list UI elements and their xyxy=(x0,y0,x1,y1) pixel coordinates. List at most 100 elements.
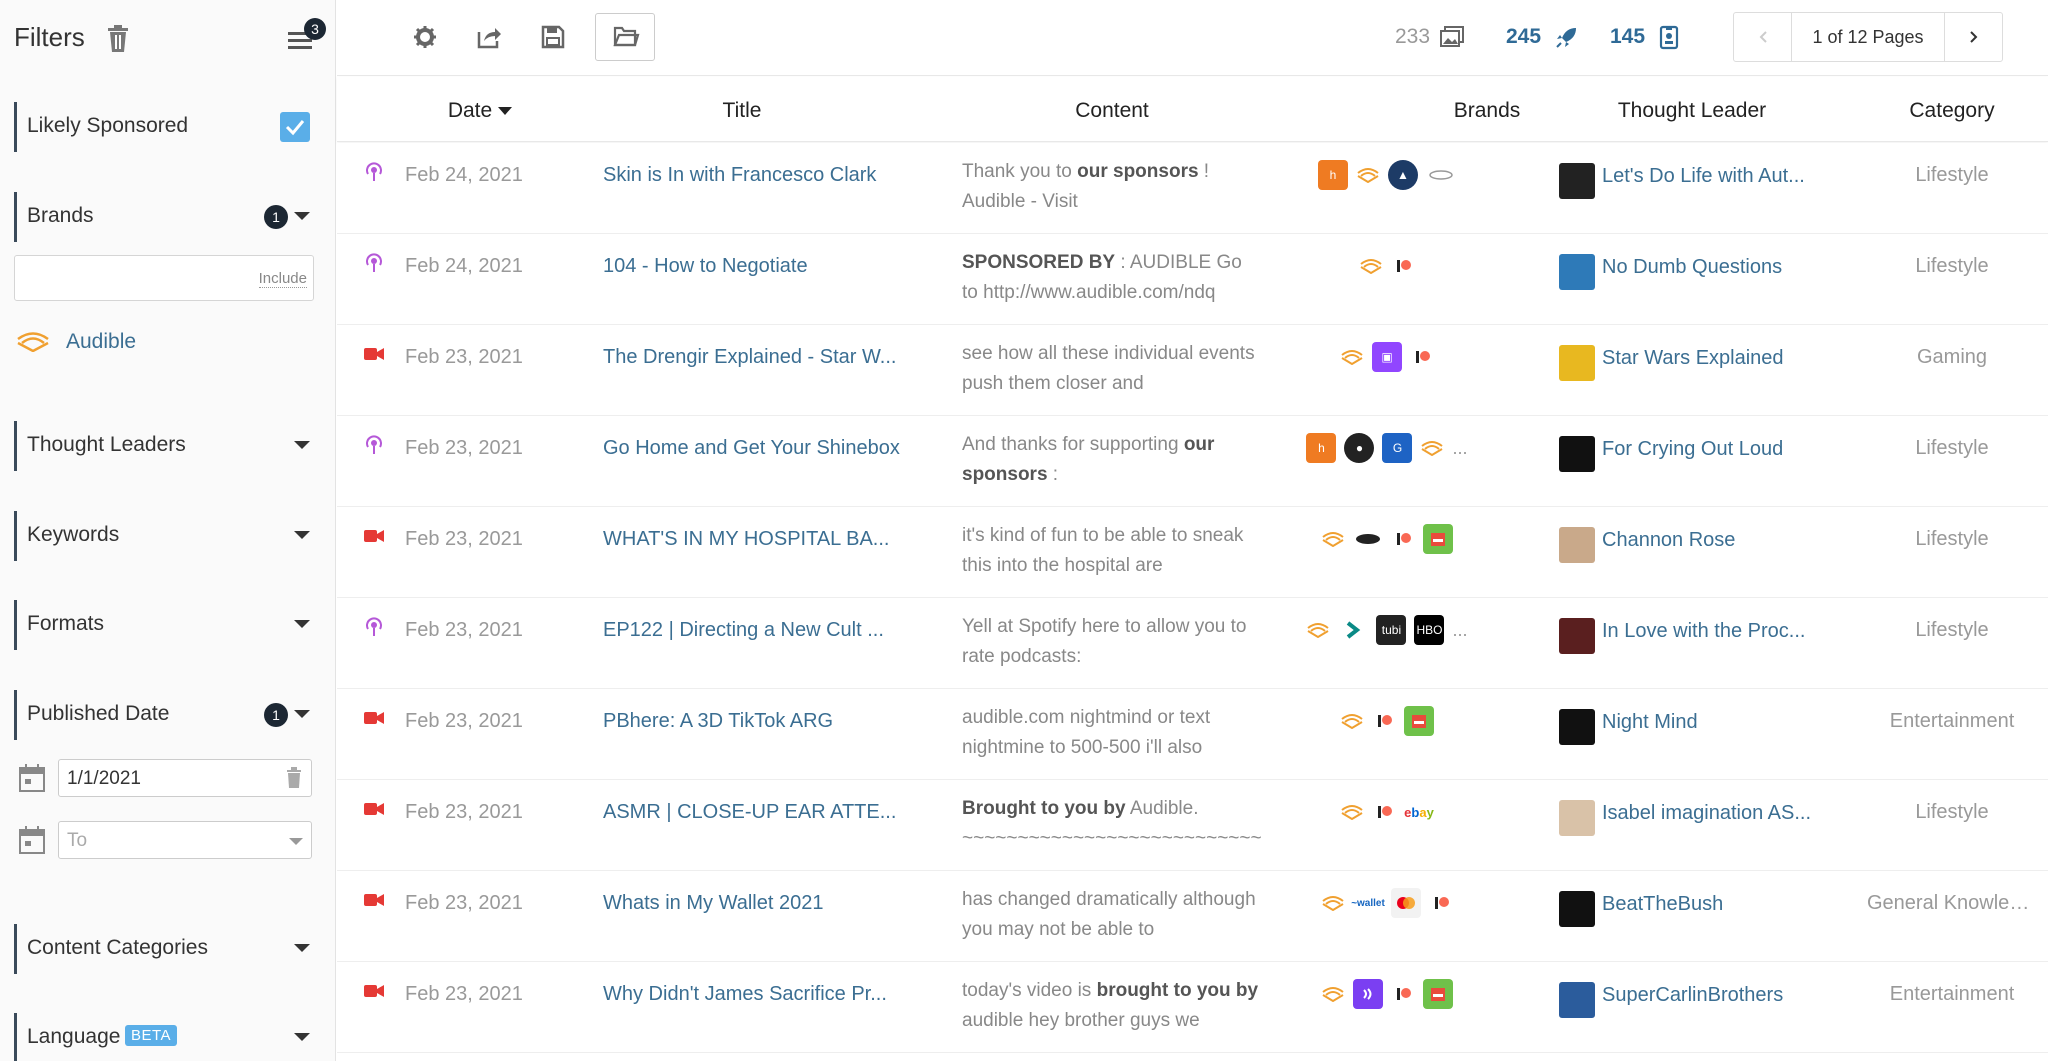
thought-leader-link[interactable]: In Love with the Proc... xyxy=(1602,620,1817,643)
patreon-brand-icon[interactable] xyxy=(1391,527,1415,551)
green-badge-brand-icon[interactable]: ▬ xyxy=(1423,524,1453,554)
filter-keywords[interactable]: Keywords xyxy=(14,511,318,561)
patreon-brand-icon[interactable] xyxy=(1391,982,1415,1006)
patreon-brand-icon[interactable] xyxy=(1372,800,1396,824)
filter-likely-sponsored[interactable]: Likely Sponsored xyxy=(14,102,318,152)
upward-round-brand-icon[interactable]: ▲ xyxy=(1388,160,1418,190)
calendar-icon[interactable] xyxy=(18,763,46,793)
row-title-link[interactable]: Go Home and Get Your Shinebox xyxy=(603,437,911,460)
purple-wave-brand-icon[interactable] xyxy=(1353,979,1383,1009)
row-title-link[interactable]: WHAT'S IN MY HOSPITAL BA... xyxy=(603,528,911,551)
include-toggle[interactable]: Include xyxy=(258,270,307,288)
g-box-brand-icon[interactable]: G xyxy=(1382,433,1413,463)
share-export-icon[interactable] xyxy=(474,22,504,52)
selected-brand-audible[interactable]: Audible xyxy=(14,326,274,356)
thought-leader-avatar[interactable] xyxy=(1559,527,1595,563)
table-row[interactable]: Feb 23, 2021 WHAT'S IN MY HOSPITAL BA... i… xyxy=(337,507,2048,598)
row-title-link[interactable]: PBhere: A 3D TikTok ARG xyxy=(603,710,911,733)
hbo-brand-icon[interactable]: HBO xyxy=(1414,615,1445,645)
filter-content-categories[interactable]: Content Categories xyxy=(14,924,318,974)
thought-leader-avatar[interactable] xyxy=(1559,618,1595,654)
likely-sponsored-checkbox[interactable] xyxy=(280,112,310,142)
filter-published-date[interactable]: Published Date 1 xyxy=(14,690,318,740)
thought-leader-avatar[interactable] xyxy=(1559,709,1595,745)
column-header-date[interactable]: Date xyxy=(420,99,540,123)
column-header-content[interactable]: Content xyxy=(1037,99,1187,123)
save-icon[interactable] xyxy=(538,22,568,52)
audible-brand-icon[interactable] xyxy=(1321,891,1345,915)
calendar-icon[interactable] xyxy=(18,825,46,855)
thought-leader-link[interactable]: Isabel imagination AS... xyxy=(1602,802,1817,825)
filter-brands[interactable]: Brands 1 xyxy=(14,192,318,242)
oval-brand-icon[interactable] xyxy=(1426,160,1456,190)
mastercard-brand-icon[interactable] xyxy=(1391,888,1421,918)
table-row[interactable]: Feb 23, 2021 ASMR | CLOSE-UP EAR ATTE... B… xyxy=(337,780,2048,871)
ebay-brand-icon[interactable]: ebay xyxy=(1404,797,1434,827)
thought-leader-link[interactable]: No Dumb Questions xyxy=(1602,256,1817,279)
honey-brand-icon[interactable]: h xyxy=(1318,160,1348,190)
next-page-button[interactable] xyxy=(1944,13,2002,61)
thought-leader-link[interactable]: For Crying Out Loud xyxy=(1602,438,1817,461)
audible-brand-icon[interactable] xyxy=(1340,709,1364,733)
more-brands-indicator[interactable]: ... xyxy=(1452,620,1467,641)
thought-leader-link[interactable]: Channon Rose xyxy=(1602,529,1817,552)
audible-brand-icon[interactable] xyxy=(1340,800,1364,824)
table-row[interactable]: Feb 23, 2021 PBhere: A 3D TikTok ARG audib… xyxy=(337,689,2048,780)
thought-leader-avatar[interactable] xyxy=(1559,891,1595,927)
row-title-link[interactable]: Why Didn't James Sacrifice Pr... xyxy=(603,983,911,1006)
saved-filters-menu-icon[interactable]: 3 xyxy=(286,18,326,54)
table-row[interactable]: Feb 24, 2021 104 - How to Negotiate SPONSO… xyxy=(337,234,2048,325)
column-header-thought-leader[interactable]: Thought Leader xyxy=(1602,99,1782,123)
row-title-link[interactable]: ASMR | CLOSE-UP EAR ATTE... xyxy=(603,801,911,824)
thought-leader-avatar[interactable] xyxy=(1559,982,1595,1018)
thought-leader-avatar[interactable] xyxy=(1559,345,1595,381)
patreon-brand-icon[interactable] xyxy=(1429,891,1453,915)
table-row[interactable]: Feb 23, 2021 Why Didn't James Sacrifice P… xyxy=(337,962,2048,1053)
row-title-link[interactable]: Skin is In with Francesco Clark xyxy=(603,164,911,187)
thought-leader-link[interactable]: BeatTheBush xyxy=(1602,893,1817,916)
row-title-link[interactable]: Whats in My Wallet 2021 xyxy=(603,892,911,915)
audible-brand-icon[interactable] xyxy=(1356,163,1380,187)
thought-leader-avatar[interactable] xyxy=(1559,163,1595,199)
audible-brand-icon[interactable] xyxy=(1420,436,1444,460)
honey-brand-icon[interactable]: h xyxy=(1306,433,1337,463)
green-badge-brand-icon[interactable]: ▬ xyxy=(1423,979,1453,1009)
date-to-input[interactable]: To xyxy=(58,821,312,859)
gear-icon[interactable] xyxy=(410,22,440,52)
thought-leader-link[interactable]: SuperCarlinBrothers xyxy=(1602,984,1817,1007)
previous-page-button[interactable] xyxy=(1734,13,1792,61)
table-row[interactable]: Feb 24, 2021 Skin is In with Francesco Cl… xyxy=(337,143,2048,234)
audible-brand-icon[interactable] xyxy=(1321,982,1345,1006)
column-header-title[interactable]: Title xyxy=(682,99,802,123)
arrow-brand-icon[interactable] xyxy=(1338,615,1369,645)
patreon-brand-icon[interactable] xyxy=(1410,345,1434,369)
column-header-category[interactable]: Category xyxy=(1897,99,2007,123)
dark-round-brand-icon[interactable]: ● xyxy=(1344,433,1375,463)
filter-language[interactable]: Language BETA xyxy=(14,1013,318,1061)
twitch-brand-icon[interactable]: ▣ xyxy=(1372,342,1402,372)
thought-leader-link[interactable]: Night Mind xyxy=(1602,711,1817,734)
row-title-link[interactable]: 104 - How to Negotiate xyxy=(603,255,911,278)
thought-leader-avatar[interactable] xyxy=(1559,800,1595,836)
open-folder-button[interactable] xyxy=(595,13,655,61)
thought-leader-avatar[interactable] xyxy=(1559,436,1595,472)
brand-search-input[interactable]: Include xyxy=(14,255,314,301)
table-row[interactable]: Feb 23, 2021 Whats in My Wallet 2021 has c… xyxy=(337,871,2048,962)
clear-filters-trash-icon[interactable] xyxy=(104,24,132,54)
row-title-link[interactable]: The Drengir Explained - Star W... xyxy=(603,346,911,369)
oval-dark-brand-icon[interactable] xyxy=(1353,524,1383,554)
column-header-brands[interactable]: Brands xyxy=(1427,99,1547,123)
audible-brand-icon[interactable] xyxy=(1359,254,1383,278)
clear-date-trash-icon[interactable] xyxy=(285,767,303,789)
patreon-brand-icon[interactable] xyxy=(1391,254,1415,278)
tubi-brand-icon[interactable]: tubi xyxy=(1376,615,1407,645)
audible-brand-icon[interactable] xyxy=(1340,345,1364,369)
date-from-input[interactable]: 1/1/2021 xyxy=(58,759,312,797)
patreon-brand-icon[interactable] xyxy=(1372,709,1396,733)
table-row[interactable]: Feb 23, 2021 The Drengir Explained - Star… xyxy=(337,325,2048,416)
thought-leader-avatar[interactable] xyxy=(1559,254,1595,290)
table-row[interactable]: Feb 23, 2021 EP122 | Directing a New Cult… xyxy=(337,598,2048,689)
audible-brand-icon[interactable] xyxy=(1306,618,1330,642)
row-title-link[interactable]: EP122 | Directing a New Cult ... xyxy=(603,619,911,642)
thought-leader-link[interactable]: Let's Do Life with Aut... xyxy=(1602,165,1817,188)
